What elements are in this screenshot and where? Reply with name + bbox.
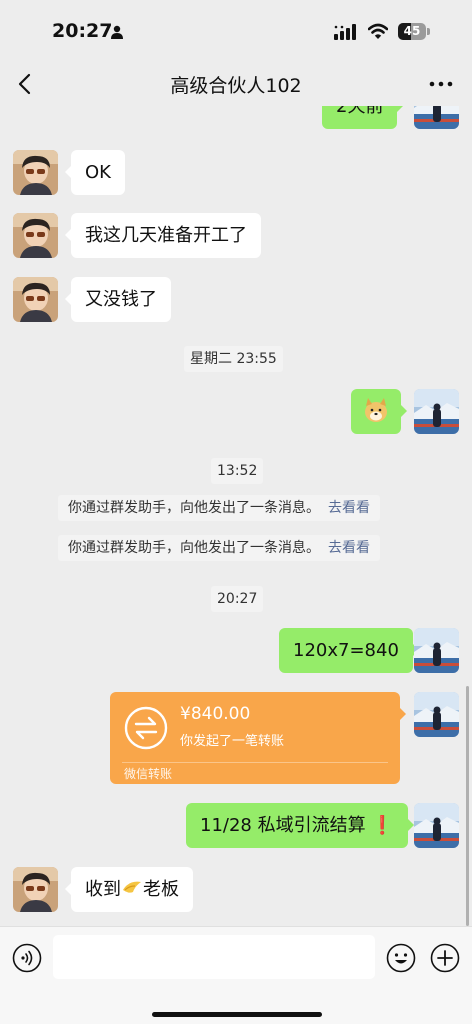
status-bar: 20:27 45 [0, 0, 472, 62]
system-notice: 你通过群发助手，向他发出了一条消息。 去看看 [58, 535, 380, 561]
avatar-contact[interactable] [13, 213, 58, 258]
transfer-card[interactable]: ¥840.00 你发起了一笔转账 微信转账 [110, 692, 406, 784]
avatar-contact[interactable] [13, 150, 58, 195]
timestamp: 13:52 [211, 458, 264, 484]
system-notice: 你通过群发助手，向他发出了一条消息。 去看看 [58, 495, 380, 521]
input-bar [0, 926, 472, 1024]
more-icon[interactable] [426, 71, 456, 97]
message-text: 我这几天准备开工了 [85, 225, 247, 246]
plus-icon[interactable] [430, 943, 460, 973]
transfer-icon [124, 706, 168, 750]
message-text: 120x7=840 [293, 640, 399, 661]
message-text: 又没钱了 [85, 289, 157, 310]
notice-link[interactable]: 去看看 [328, 500, 370, 516]
avatar-self[interactable] [414, 389, 459, 434]
message-text: 2天前 [336, 106, 384, 117]
signal-icon [334, 24, 356, 40]
battery-icon: 45 [398, 23, 430, 40]
message-input[interactable] [53, 935, 375, 979]
person-icon [111, 25, 123, 39]
message-bubble-sent[interactable]: 120x7=840 [279, 628, 419, 673]
message-bubble-received[interactable]: OK [65, 150, 125, 195]
message-bubble-received[interactable]: 收到 老板 [65, 867, 193, 912]
avatar-contact[interactable] [13, 867, 58, 912]
home-indicator [152, 1012, 322, 1017]
battery-level: 45 [403, 24, 421, 38]
avatar-contact[interactable] [13, 277, 58, 322]
status-time: 20:27 [52, 20, 113, 42]
message-bubble-received[interactable]: 我这几天准备开工了 [65, 213, 261, 258]
transfer-footer: 微信转账 [124, 767, 173, 781]
timestamp: 20:27 [211, 586, 264, 612]
message-text: 收到 [85, 879, 121, 900]
nav-bar: 高级合伙人102 [0, 62, 472, 106]
wifi-icon [368, 23, 388, 39]
voice-icon[interactable] [12, 943, 42, 973]
message-bubble-received[interactable]: 又没钱了 [65, 277, 171, 322]
message-text: 11/28 私域引流结算 [200, 815, 366, 836]
message-text: OK [85, 162, 111, 183]
doge-sticker-icon [365, 398, 387, 422]
transfer-amount: ¥840.00 [180, 704, 251, 724]
message-bubble-partial[interactable]: 2天前 [322, 106, 404, 129]
notice-text: 你通过群发助手，向他发出了一条消息。 [68, 500, 320, 516]
avatar-self[interactable] [414, 692, 459, 737]
transfer-description: 你发起了一笔转账 [180, 734, 285, 749]
notice-text: 你通过群发助手，向他发出了一条消息。 [68, 540, 320, 556]
message-bubble-sent[interactable]: 11/28 私域引流结算 ❗ [186, 803, 414, 848]
chat-title: 高级合伙人102 [170, 75, 302, 97]
sticker-bubble[interactable] [351, 389, 407, 434]
avatar-self[interactable] [414, 803, 459, 848]
scrollbar[interactable] [466, 686, 469, 926]
salute-emoji-icon [123, 881, 141, 893]
avatar-self[interactable] [414, 628, 459, 673]
divider [122, 762, 388, 763]
timestamp: 星期二 23:55 [184, 346, 283, 372]
message-text: 老板 [143, 879, 179, 900]
exclamation-mark: ❗ [371, 815, 394, 836]
emoji-icon[interactable] [386, 943, 416, 973]
chat-area[interactable]: 2天前 OK 我这几天准备开工了 又没钱了 星期二 23:55 13:52 你通… [0, 106, 472, 926]
notice-link[interactable]: 去看看 [328, 540, 370, 556]
avatar-self[interactable] [414, 106, 459, 129]
